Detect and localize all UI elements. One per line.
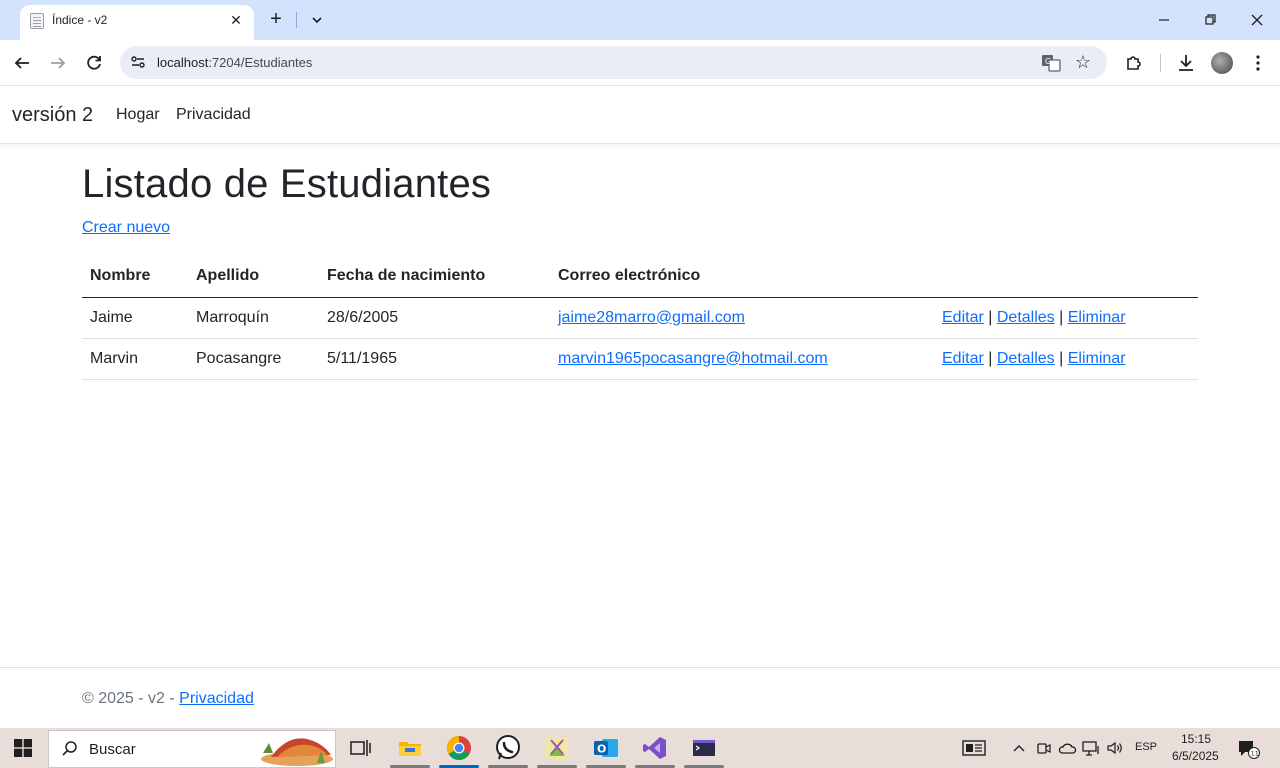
profile-avatar[interactable] (1211, 52, 1233, 74)
toolbar-separator (1160, 54, 1161, 72)
column-header-nombre: Nombre (82, 256, 188, 298)
site-navbar: versión 2 Hogar Privacidad (0, 87, 1280, 144)
footer-copyright: © 2025 - v2 - (82, 690, 180, 707)
browser-tab-active[interactable]: Índice - v2 ✕ (20, 5, 254, 40)
browser-toolbar: localhost:7204/Estudiantes G ☆ (0, 40, 1280, 86)
cell-actions: Editar | Detalles | Eliminar (934, 297, 1198, 339)
notification-count: 11 (1251, 750, 1259, 758)
edit-link[interactable]: Editar (942, 350, 984, 367)
tab-search-chevron-icon[interactable] (308, 11, 326, 29)
task-view-icon[interactable] (346, 734, 374, 762)
cell-nombre: Jaime (82, 297, 188, 339)
column-header-fecha: Fecha de nacimiento (319, 256, 550, 298)
students-table: Nombre Apellido Fecha de nacimiento Corr… (82, 256, 1198, 380)
email-link[interactable]: jaime28marro@gmail.com (558, 309, 745, 326)
forward-arrow-icon[interactable] (46, 51, 70, 75)
nav-link-home[interactable]: Hogar (116, 106, 160, 124)
site-footer: © 2025 - v2 - Privacidad (0, 667, 1280, 728)
network-icon[interactable] (1081, 738, 1101, 758)
window-close-icon[interactable] (1245, 8, 1269, 32)
clock-date[interactable]: 6/5/2025 (1172, 749, 1219, 763)
meet-camera-icon[interactable] (1034, 738, 1052, 758)
details-link[interactable]: Detalles (997, 309, 1055, 326)
browser-tabstrip: Índice - v2 ✕ + (0, 0, 1280, 40)
download-icon[interactable] (1174, 51, 1198, 75)
window-minimize-icon[interactable] (1152, 8, 1176, 32)
widgets-news-icon[interactable] (962, 738, 988, 758)
details-link[interactable]: Detalles (997, 350, 1055, 367)
new-tab-icon[interactable]: + (266, 9, 286, 30)
email-link[interactable]: marvin1965pocasangre@hotmail.com (558, 350, 828, 367)
delete-link[interactable]: Eliminar (1068, 350, 1126, 367)
svg-text:O: O (597, 743, 606, 756)
cell-fecha: 28/6/2005 (319, 297, 550, 339)
column-header-apellido: Apellido (188, 256, 319, 298)
action-separator: | (1059, 308, 1064, 326)
notification-center-icon[interactable]: 11 (1238, 739, 1260, 759)
taskbar-search-box[interactable]: Buscar (48, 730, 336, 768)
cell-fecha: 5/11/1965 (319, 338, 550, 380)
action-separator: | (1059, 349, 1064, 367)
search-highlight-image (261, 738, 333, 766)
tab-separator (296, 12, 297, 28)
cell-correo: jaime28marro@gmail.com (550, 297, 934, 339)
chrome-icon[interactable] (445, 734, 473, 762)
onedrive-cloud-icon[interactable] (1057, 738, 1077, 758)
table-header-row: Nombre Apellido Fecha de nacimiento Corr… (82, 256, 1198, 298)
create-new-link[interactable]: Crear nuevo (82, 219, 170, 237)
input-language[interactable]: ESP (1135, 741, 1157, 753)
reload-icon[interactable] (82, 51, 106, 75)
address-bar[interactable]: localhost:7204/Estudiantes G ☆ (120, 46, 1107, 79)
back-arrow-icon[interactable] (10, 51, 34, 75)
bookmark-star-icon[interactable]: ☆ (1072, 51, 1094, 73)
action-separator: | (988, 349, 993, 367)
edit-link[interactable]: Editar (942, 309, 984, 326)
site-info-icon[interactable] (128, 52, 148, 72)
clock-time[interactable]: 15:15 (1181, 732, 1211, 746)
outlook-icon[interactable]: O (592, 734, 620, 762)
action-separator: | (988, 308, 993, 326)
page-title: Listado de Estudiantes (82, 162, 492, 206)
footer-privacy-link[interactable]: Privacidad (179, 690, 254, 707)
terminal-icon[interactable] (690, 734, 718, 762)
windows-start-icon[interactable] (14, 739, 32, 757)
page-favicon-icon (30, 13, 44, 29)
volume-icon[interactable] (1105, 738, 1125, 758)
cell-apellido: Marroquín (188, 297, 319, 339)
nav-link-privacy[interactable]: Privacidad (176, 106, 251, 124)
whatsapp-icon[interactable] (494, 734, 522, 762)
show-hidden-icons-chevron-icon[interactable] (1011, 738, 1027, 758)
url-text[interactable]: localhost:7204/Estudiantes (157, 55, 312, 70)
column-header-correo: Correo electrónico (550, 256, 934, 298)
table-row: Marvin Pocasangre 5/11/1965 marvin1965po… (82, 338, 1198, 380)
search-icon (62, 741, 77, 756)
visual-studio-icon[interactable] (641, 734, 669, 762)
delete-link[interactable]: Eliminar (1068, 309, 1126, 326)
file-explorer-icon[interactable] (396, 734, 424, 762)
column-header-actions (934, 256, 1198, 298)
cell-nombre: Marvin (82, 338, 188, 380)
extensions-puzzle-icon[interactable] (1122, 51, 1146, 75)
more-menu-icon[interactable] (1246, 51, 1270, 75)
image-editor-icon[interactable] (543, 734, 571, 762)
cell-correo: marvin1965pocasangre@hotmail.com (550, 338, 934, 380)
windows-taskbar: Buscar O ESP 15:15 6/5/2025 11 (0, 728, 1280, 768)
svg-text:G: G (1045, 57, 1051, 66)
table-row: Jaime Marroquín 28/6/2005 jaime28marro@g… (82, 297, 1198, 339)
footer-text: © 2025 - v2 - Privacidad (82, 690, 254, 708)
window-restore-icon[interactable] (1198, 8, 1222, 32)
cell-apellido: Pocasangre (188, 338, 319, 380)
tab-title: Índice - v2 (52, 13, 108, 27)
search-placeholder: Buscar (89, 741, 136, 758)
translate-icon[interactable]: G (1040, 52, 1062, 74)
tab-close-icon[interactable]: ✕ (227, 11, 245, 29)
navbar-brand[interactable]: versión 2 (12, 104, 93, 127)
cell-actions: Editar | Detalles | Eliminar (934, 338, 1198, 380)
